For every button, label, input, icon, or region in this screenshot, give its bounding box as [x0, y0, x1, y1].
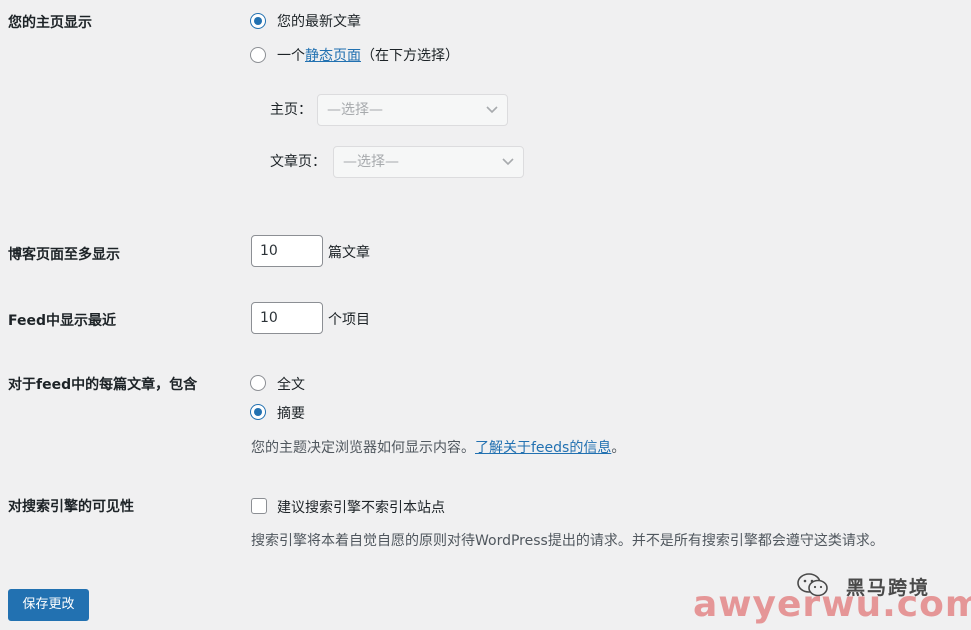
postspage-select[interactable]: —选择—: [333, 146, 524, 178]
discourage-search-checkbox-input[interactable]: [251, 498, 267, 514]
radio-static-page-input[interactable]: [250, 47, 266, 63]
radio-latest-posts-input[interactable]: [250, 13, 266, 29]
feed-recent-unit: 个项目: [328, 312, 370, 328]
radio-full-text-input[interactable]: [250, 375, 266, 391]
radio-summary-label: 摘要: [277, 406, 305, 422]
blog-pages-unit: 篇文章: [328, 245, 370, 261]
radio-summary-input[interactable]: [250, 404, 266, 420]
watermark-url: awyerwu.com: [693, 584, 971, 625]
radio-latest-posts-label: 您的最新文章: [277, 14, 361, 30]
discourage-search-checkbox-label: 建议搜索引擎不索引本站点: [277, 500, 445, 516]
feed-recent-input[interactable]: 10: [251, 302, 323, 334]
search-visibility-label: 对搜索引擎的可见性: [8, 499, 134, 515]
homepage-display-label: 您的主页显示: [8, 15, 92, 31]
blog-pages-input[interactable]: 10: [251, 235, 323, 267]
homepage-select-value: —选择—: [327, 102, 383, 118]
blog-pages-label: 博客页面至多显示: [8, 247, 120, 263]
feeds-info-link[interactable]: 了解关于feeds的信息: [475, 440, 611, 456]
feed-content-description: 您的主题决定浏览器如何显示内容。了解关于feeds的信息。: [251, 440, 626, 456]
postspage-select-value: —选择—: [343, 154, 399, 170]
homepage-select-label: 主页：: [270, 102, 312, 118]
search-visibility-description: 搜索引擎将本着自觉自愿的原则对待WordPress提出的请求。并不是所有搜索引擎…: [251, 533, 884, 549]
save-changes-button[interactable]: 保存更改: [8, 589, 89, 621]
chevron-down-icon: [502, 158, 514, 166]
postspage-select-label: 文章页：: [270, 154, 326, 170]
chevron-down-icon: [486, 106, 498, 114]
static-page-link[interactable]: 静态页面: [305, 48, 361, 64]
radio-static-page-label: 一个静态页面（在下方选择）: [277, 48, 459, 64]
feed-recent-label: Feed中显示最近: [8, 313, 117, 329]
radio-full-text-label: 全文: [277, 377, 305, 393]
feed-content-label: 对于feed中的每篇文章，包含: [8, 377, 198, 393]
homepage-select[interactable]: —选择—: [317, 94, 508, 126]
